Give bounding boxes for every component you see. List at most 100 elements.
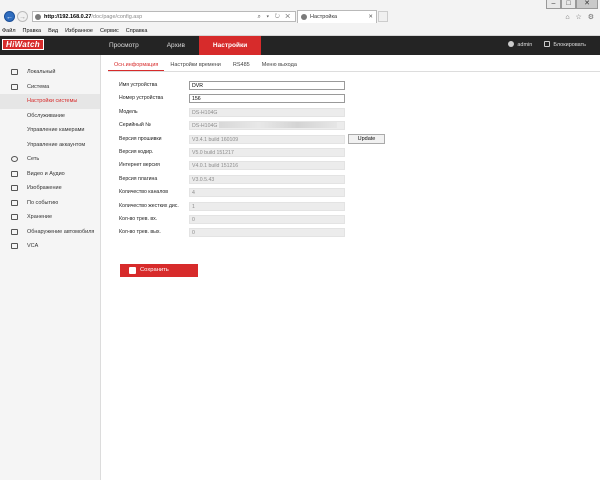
alarm-out-value: 0 bbox=[189, 228, 345, 238]
sidebar-item-label: Сеть bbox=[27, 156, 40, 162]
app-header: HiWatch Просмотр Архив Настройки admin Б… bbox=[0, 36, 600, 55]
address-path: /doc/page/config.asp bbox=[91, 14, 143, 20]
sidebar-item-label: Система bbox=[27, 83, 50, 90]
browser-menubar: Файл Правка Вид Избранное Сервис Справка bbox=[0, 26, 600, 36]
sidebar-item-video-audio[interactable]: Видео и Аудио bbox=[0, 167, 100, 182]
tab-basic-info[interactable]: Осн.информация bbox=[108, 60, 165, 71]
alarm-out-label: Кол-во трев. вых. bbox=[119, 229, 161, 236]
logout-label: Блокировать bbox=[553, 42, 586, 48]
sidebar-item-network[interactable]: Сеть bbox=[0, 152, 100, 167]
menu-tools[interactable]: Сервис bbox=[100, 26, 119, 35]
serial-field: DS-H104G bbox=[189, 121, 345, 131]
vehicle-detection-icon bbox=[11, 228, 18, 235]
tab-rs485[interactable]: RS485 bbox=[227, 60, 256, 71]
device-name-label: Имя устройства bbox=[119, 82, 158, 88]
username: admin bbox=[517, 42, 533, 48]
save-icon bbox=[129, 267, 136, 274]
back-button[interactable]: ← bbox=[4, 11, 15, 22]
sidebar-item-label: Локальный bbox=[27, 69, 56, 75]
sidebar-item-system[interactable]: Система bbox=[0, 80, 100, 95]
sidebar-item-vca[interactable]: VCA bbox=[0, 239, 100, 254]
model-label: Модель bbox=[119, 108, 138, 115]
sidebar-item-storage[interactable]: Хранение bbox=[0, 210, 100, 225]
forward-button[interactable]: → bbox=[17, 11, 28, 22]
user-area: admin Блокировать bbox=[508, 36, 586, 55]
channels-label: Количество каналов bbox=[119, 189, 169, 196]
nav-configuration[interactable]: Настройки bbox=[198, 36, 262, 55]
address-host: http://192.168.0.27 bbox=[44, 14, 92, 20]
address-tools-icons[interactable]: ⌕ ▾ ↻ ✕ bbox=[257, 12, 292, 22]
user-menu[interactable]: admin bbox=[508, 36, 532, 55]
alarm-in-label: Кол-во трев. вх. bbox=[119, 215, 158, 222]
menu-view[interactable]: Вид bbox=[48, 26, 58, 35]
hdd-label: Количество жестких дис. bbox=[119, 202, 179, 209]
serial-label: Серийный № bbox=[119, 122, 151, 129]
storage-icon bbox=[11, 214, 18, 220]
top-navigation: Просмотр Архив Настройки bbox=[95, 36, 262, 55]
tab-time-settings[interactable]: Настройки времени bbox=[164, 60, 227, 71]
sidebar-sub-account-management[interactable]: Управление аккаунтом bbox=[0, 138, 100, 153]
system-icon bbox=[11, 83, 18, 90]
new-tab-button[interactable] bbox=[378, 11, 388, 22]
plugin-version-value: V3.0.5.43 bbox=[189, 174, 345, 184]
tab-page-icon bbox=[301, 14, 307, 20]
event-icon bbox=[11, 199, 18, 206]
user-icon bbox=[508, 41, 515, 47]
device-number-label: Номер устройства bbox=[119, 95, 164, 102]
menu-file[interactable]: Файл bbox=[2, 26, 16, 35]
encoder-value: V5.0 build 151217 bbox=[189, 147, 345, 157]
browser-tab[interactable]: Настройка ✕ bbox=[297, 10, 377, 23]
network-icon bbox=[11, 156, 18, 162]
hdd-value: 1 bbox=[189, 201, 345, 211]
nav-live-view[interactable]: Просмотр bbox=[95, 36, 153, 55]
image-icon bbox=[11, 185, 18, 191]
device-name-field[interactable] bbox=[189, 81, 345, 90]
firmware-value: V3.4.1 build 160109 bbox=[189, 134, 345, 144]
menu-edit[interactable]: Правка bbox=[23, 26, 42, 35]
sidebar-item-label: Изображение bbox=[27, 185, 62, 191]
serial-value: DS-H104G bbox=[192, 123, 218, 130]
nav-playback[interactable]: Архив bbox=[153, 36, 199, 55]
alarm-in-value: 0 bbox=[189, 214, 345, 224]
update-button[interactable]: Update bbox=[348, 133, 385, 144]
sidebar-item-local[interactable]: Локальный bbox=[0, 65, 100, 80]
encoder-label: Версия кодир. bbox=[119, 148, 154, 155]
sidebar-item-event[interactable]: По событию bbox=[0, 196, 100, 211]
serial-redaction bbox=[219, 122, 338, 129]
tab-title: Настройка bbox=[310, 14, 338, 20]
vca-icon bbox=[11, 243, 18, 249]
sidebar-sub-system-settings[interactable]: Настройки системы bbox=[0, 94, 100, 109]
tab-close-icon[interactable]: ✕ bbox=[368, 11, 373, 23]
address-bar[interactable]: http://192.168.0.27/doc/page/config.asp … bbox=[32, 11, 296, 22]
sidebar-item-label: Обнаружение автомобиля bbox=[27, 228, 95, 235]
hiwatch-logo: HiWatch bbox=[2, 39, 44, 50]
menu-favorites[interactable]: Избранное bbox=[65, 26, 93, 35]
sidebar-item-image[interactable]: Изображение bbox=[0, 181, 100, 196]
close-window-button[interactable]: ✕ bbox=[576, 0, 598, 9]
plugin-version-label: Версия плагина bbox=[119, 175, 158, 182]
sidebar-item-vehicle-detection[interactable]: Обнаружение автомобиля bbox=[0, 225, 100, 240]
web-version-label: Интернет версия bbox=[119, 162, 160, 169]
sidebar-item-label: VCA bbox=[27, 243, 39, 249]
page-icon bbox=[35, 14, 41, 20]
sidebar-item-label: Хранение bbox=[27, 214, 53, 220]
sidebar-item-label: Видео и Аудио bbox=[27, 170, 65, 177]
channels-value: 4 bbox=[189, 188, 345, 198]
sidebar-sub-camera-management[interactable]: Управление камерами bbox=[0, 123, 100, 138]
sidebar-item-label: По событию bbox=[27, 199, 59, 206]
tab-menu-output[interactable]: Меню выхода bbox=[256, 60, 303, 71]
video-audio-icon bbox=[11, 170, 18, 177]
window-controls: – □ ✕ bbox=[546, 0, 598, 9]
maximize-button[interactable]: □ bbox=[561, 0, 576, 9]
minimize-button[interactable]: – bbox=[546, 0, 561, 9]
browser-chrome: – □ ✕ ← → http://192.168.0.27/doc/page/c… bbox=[0, 0, 600, 26]
sidebar-sub-maintenance[interactable]: Обслуживание bbox=[0, 109, 100, 124]
browser-tool-icons[interactable]: ⌂ ☆ ⚙ bbox=[565, 13, 596, 21]
menu-help[interactable]: Справка bbox=[126, 26, 148, 35]
firmware-label: Версия прошивки bbox=[119, 135, 162, 142]
device-number-field[interactable] bbox=[189, 94, 345, 104]
save-button[interactable]: Сохранить bbox=[120, 264, 198, 277]
logout-button[interactable]: Блокировать bbox=[544, 36, 586, 55]
logout-icon bbox=[544, 41, 551, 47]
web-version-value: V4.0.1 build 151216 bbox=[189, 161, 345, 171]
